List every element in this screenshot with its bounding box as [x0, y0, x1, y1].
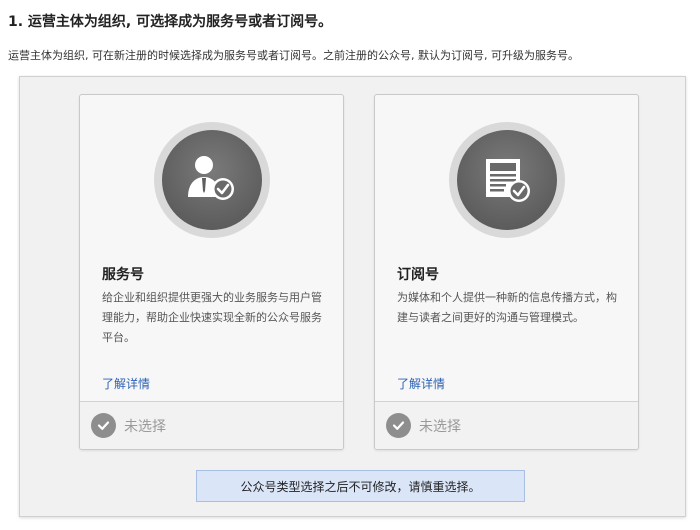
learn-more-link[interactable]: 了解详情: [102, 375, 150, 392]
card-footer: 未选择: [375, 401, 638, 449]
service-account-card[interactable]: 服务号 给企业和组织提供更强大的业务服务与用户管理能力，帮助企业快速实现全新的公…: [79, 94, 344, 450]
card-description: 为媒体和个人提供一种新的信息传播方式，构建与读者之间更好的沟通与管理模式。: [397, 291, 617, 324]
service-user-icon: [154, 122, 270, 238]
card-footer: 未选择: [80, 401, 343, 449]
card-description: 给企业和组织提供更强大的业务服务与用户管理能力，帮助企业快速实现全新的公众号服务…: [102, 291, 322, 344]
warning-notice: 公众号类型选择之后不可修改，请慎重选择。: [196, 470, 525, 502]
section-heading: 1. 运营主体为组织, 可选择成为服务号或者订阅号。: [8, 14, 333, 30]
learn-more-link[interactable]: 了解详情: [397, 375, 445, 392]
select-check-icon[interactable]: [91, 413, 116, 438]
selection-status: 未选择: [419, 418, 461, 435]
select-check-icon[interactable]: [386, 413, 411, 438]
card-title: 订阅号: [397, 267, 439, 283]
account-type-panel: 服务号 给企业和组织提供更强大的业务服务与用户管理能力，帮助企业快速实现全新的公…: [19, 76, 686, 517]
section-description: 运营主体为组织, 可在新注册的时候选择成为服务号或者订阅号。之前注册的公众号, …: [8, 49, 579, 62]
selection-status: 未选择: [124, 418, 166, 435]
card-title: 服务号: [102, 267, 144, 283]
subscription-doc-icon: [449, 122, 565, 238]
subscription-account-card[interactable]: 订阅号 为媒体和个人提供一种新的信息传播方式，构建与读者之间更好的沟通与管理模式…: [374, 94, 639, 450]
